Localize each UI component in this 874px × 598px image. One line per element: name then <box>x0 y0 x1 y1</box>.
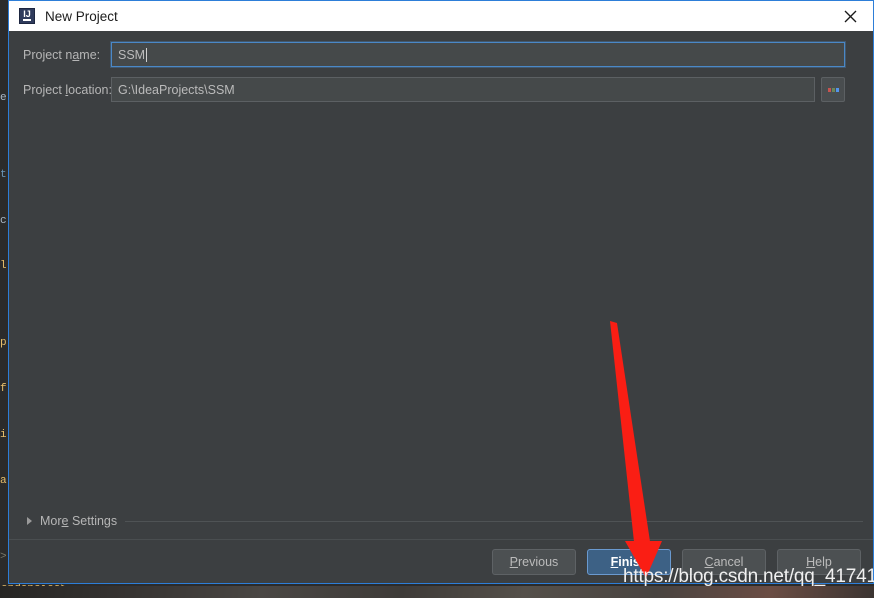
app-icon-underline <box>23 19 31 21</box>
cancel-button[interactable]: Cancel <box>682 548 766 575</box>
project-location-row: Project location: G:\IdeaProjects\SSM <box>9 77 873 102</box>
dialog-titlebar: IJ New Project <box>9 0 873 31</box>
help-button[interactable]: Help <box>777 548 861 575</box>
browse-folder-button[interactable] <box>821 77 845 102</box>
project-name-label: Project name: <box>23 47 101 62</box>
project-name-value: SSM <box>118 47 146 62</box>
dialog-title: New Project <box>45 8 118 24</box>
project-location-label: Project location: <box>23 82 112 97</box>
project-location-input[interactable]: G:\IdeaProjects\SSM <box>111 77 815 102</box>
more-settings-label: More Settings <box>40 514 118 528</box>
close-icon[interactable] <box>827 1 873 31</box>
text-caret <box>146 47 148 62</box>
dialog-footer: Previous Finish Cancel Help <box>9 540 873 583</box>
project-location-value: G:\IdeaProjects\SSM <box>118 82 235 97</box>
project-name-input[interactable]: SSM <box>111 42 845 67</box>
more-settings-separator <box>125 520 863 522</box>
ellipsis-icon <box>827 87 839 92</box>
previous-button[interactable]: Previous <box>492 548 576 575</box>
dialog-body: Project name: SSM Project location: G:\I… <box>9 31 873 583</box>
more-settings-toggle[interactable]: More Settings <box>9 514 863 528</box>
finish-button[interactable]: Finish <box>587 548 671 575</box>
triangle-right-icon <box>27 517 32 525</box>
desktop-background <box>0 586 874 598</box>
new-project-dialog: IJ New Project Project name: SSM Project… <box>8 0 874 584</box>
project-name-row: Project name: SSM <box>9 42 873 67</box>
intellij-idea-icon: IJ <box>19 8 35 24</box>
